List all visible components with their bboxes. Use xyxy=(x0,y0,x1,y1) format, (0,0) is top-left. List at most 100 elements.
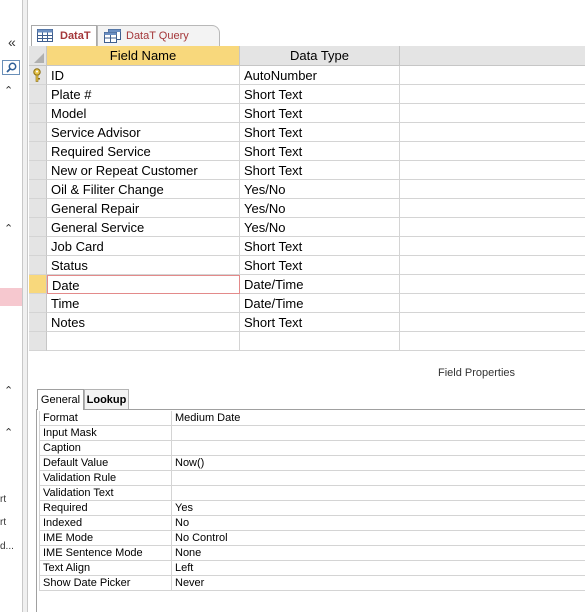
description-cell[interactable] xyxy=(400,180,585,199)
select-all-corner[interactable] xyxy=(29,46,47,66)
description-cell[interactable] xyxy=(400,104,585,123)
description-cell[interactable] xyxy=(400,142,585,161)
property-value[interactable]: Never xyxy=(172,576,585,591)
group-collapse-icon[interactable]: ⌃ xyxy=(4,426,13,439)
field-name-cell[interactable]: Service Advisor xyxy=(47,123,240,142)
table-row[interactable]: Status Short Text xyxy=(29,256,585,275)
data-type-cell[interactable]: Short Text xyxy=(240,161,400,180)
data-type-cell[interactable]: Short Text xyxy=(240,104,400,123)
description-cell[interactable] xyxy=(400,313,585,332)
collapse-nav-icon[interactable]: « xyxy=(8,34,16,50)
field-name-cell[interactable]: New or Repeat Customer xyxy=(47,161,240,180)
row-selector[interactable] xyxy=(29,218,47,237)
group-collapse-icon[interactable]: ⌃ xyxy=(4,384,13,397)
row-selector[interactable] xyxy=(29,85,47,104)
group-collapse-icon[interactable]: ⌃ xyxy=(4,222,13,235)
table-row[interactable]: Oil & Filiter Change Yes/No xyxy=(29,180,585,199)
data-type-cell[interactable]: Yes/No xyxy=(240,180,400,199)
row-selector[interactable] xyxy=(29,199,47,218)
row-selector[interactable] xyxy=(29,123,47,142)
property-value[interactable]: Left xyxy=(172,561,585,576)
row-selector[interactable] xyxy=(29,104,47,123)
property-value[interactable] xyxy=(172,486,585,501)
tab-datat[interactable]: DataT xyxy=(31,25,97,46)
group-collapse-icon[interactable]: ⌃ xyxy=(4,84,13,97)
description-cell[interactable] xyxy=(400,123,585,142)
nav-splitter[interactable] xyxy=(22,0,28,612)
field-name-cell[interactable]: ID xyxy=(47,66,240,85)
data-type-cell[interactable]: Date/Time xyxy=(240,275,400,294)
field-name-cell[interactable]: General Repair xyxy=(47,199,240,218)
row-selector[interactable] xyxy=(29,313,47,332)
table-row[interactable]: General Repair Yes/No xyxy=(29,199,585,218)
field-name-cell[interactable]: Oil & Filiter Change xyxy=(47,180,240,199)
property-value[interactable]: Yes xyxy=(172,501,585,516)
table-row[interactable]: Job Card Short Text xyxy=(29,237,585,256)
row-selector[interactable] xyxy=(29,275,47,294)
description-cell[interactable] xyxy=(400,85,585,104)
field-name-cell[interactable]: Notes xyxy=(47,313,240,332)
property-value[interactable] xyxy=(172,441,585,456)
table-row[interactable]: Required Service Short Text xyxy=(29,142,585,161)
nav-item-label[interactable]: rt xyxy=(0,517,6,528)
field-name-cell[interactable]: Required Service xyxy=(47,142,240,161)
data-type-cell[interactable]: Short Text xyxy=(240,256,400,275)
property-value[interactable]: No xyxy=(172,516,585,531)
table-row[interactable]: Date Date/Time xyxy=(29,275,585,294)
description-cell[interactable] xyxy=(400,237,585,256)
tab-general[interactable]: General xyxy=(37,389,84,410)
table-row[interactable] xyxy=(29,332,585,351)
column-header-field-name[interactable]: Field Name xyxy=(47,46,240,66)
data-type-cell[interactable]: Short Text xyxy=(240,142,400,161)
field-name-cell[interactable]: Plate # xyxy=(47,85,240,104)
row-selector[interactable] xyxy=(29,256,47,275)
row-selector[interactable] xyxy=(29,332,47,351)
property-value[interactable]: Now() xyxy=(172,456,585,471)
data-type-cell[interactable]: Yes/No xyxy=(240,218,400,237)
table-row[interactable]: New or Repeat Customer Short Text xyxy=(29,161,585,180)
property-value[interactable] xyxy=(172,471,585,486)
row-selector[interactable] xyxy=(29,237,47,256)
description-cell[interactable] xyxy=(400,256,585,275)
row-selector[interactable] xyxy=(29,294,47,313)
field-name-cell[interactable] xyxy=(47,332,240,351)
data-type-cell[interactable]: Short Text xyxy=(240,313,400,332)
description-cell[interactable] xyxy=(400,332,585,351)
table-row[interactable]: General Service Yes/No xyxy=(29,218,585,237)
table-row[interactable]: Service Advisor Short Text xyxy=(29,123,585,142)
tab-datat-query[interactable]: DataT Query xyxy=(97,25,220,46)
field-name-cell[interactable]: Status xyxy=(47,256,240,275)
data-type-cell[interactable]: Date/Time xyxy=(240,294,400,313)
data-type-cell[interactable] xyxy=(240,332,400,351)
column-header-data-type[interactable]: Data Type xyxy=(240,46,400,66)
column-header-description[interactable] xyxy=(400,46,585,66)
data-type-cell[interactable]: AutoNumber xyxy=(240,66,400,85)
description-cell[interactable] xyxy=(400,294,585,313)
table-row[interactable]: Notes Short Text xyxy=(29,313,585,332)
field-name-cell[interactable]: Job Card xyxy=(47,237,240,256)
data-type-cell[interactable]: Yes/No xyxy=(240,199,400,218)
data-type-cell[interactable]: Short Text xyxy=(240,237,400,256)
nav-search-box[interactable] xyxy=(2,60,20,75)
row-selector[interactable] xyxy=(29,66,47,85)
nav-item-label[interactable]: rt xyxy=(0,494,6,505)
table-row[interactable]: Model Short Text xyxy=(29,104,585,123)
description-cell[interactable] xyxy=(400,199,585,218)
row-selector[interactable] xyxy=(29,161,47,180)
table-row[interactable]: ID AutoNumber xyxy=(29,66,585,85)
property-value[interactable]: None xyxy=(172,546,585,561)
row-selector[interactable] xyxy=(29,142,47,161)
table-row[interactable]: Plate # Short Text xyxy=(29,85,585,104)
data-type-cell[interactable]: Short Text xyxy=(240,85,400,104)
description-cell[interactable] xyxy=(400,275,585,294)
field-name-cell[interactable]: General Service xyxy=(47,218,240,237)
field-name-cell[interactable]: Model xyxy=(47,104,240,123)
property-value[interactable]: No Control xyxy=(172,531,585,546)
description-cell[interactable] xyxy=(400,161,585,180)
nav-item-label[interactable]: d... xyxy=(0,541,14,552)
data-type-cell[interactable]: Short Text xyxy=(240,123,400,142)
tab-lookup[interactable]: Lookup xyxy=(84,389,129,409)
field-name-cell[interactable]: Date xyxy=(47,275,240,294)
property-value[interactable] xyxy=(172,426,585,441)
row-selector[interactable] xyxy=(29,180,47,199)
